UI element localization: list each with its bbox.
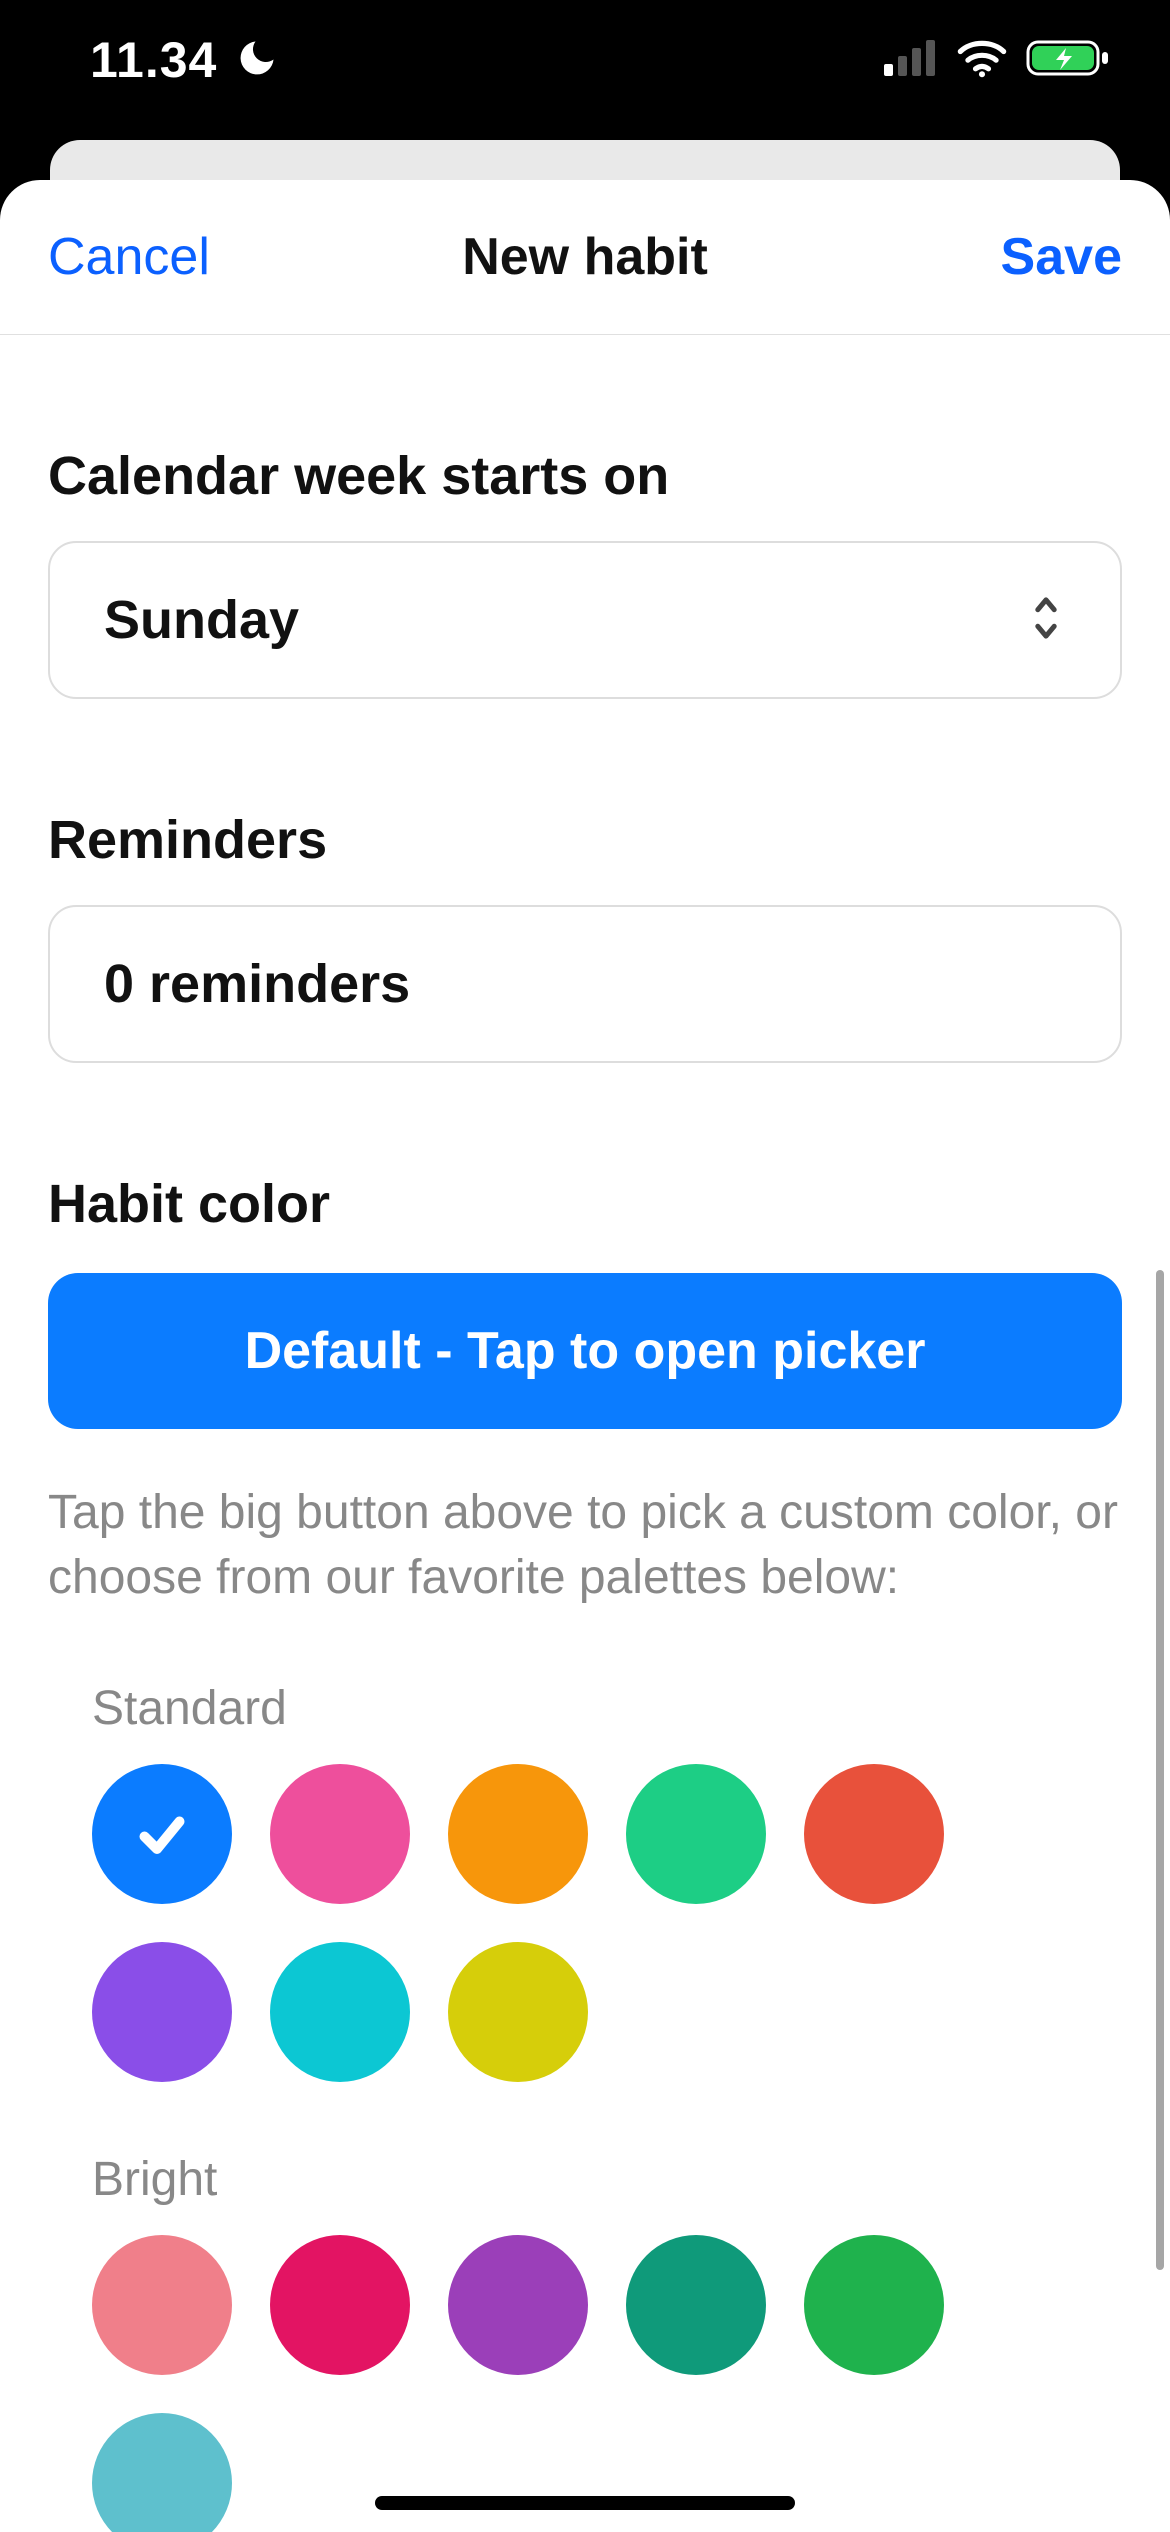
color-swatch-standard-5[interactable] xyxy=(92,1942,232,2082)
modal-sheet: Cancel New habit Save Calendar week star… xyxy=(0,180,1170,2532)
color-swatch-standard-1[interactable] xyxy=(270,1764,410,1904)
wifi-icon xyxy=(956,38,1008,83)
status-right xyxy=(884,38,1110,83)
color-swatch-standard-3[interactable] xyxy=(626,1764,766,1904)
section-heading-reminders: Reminders xyxy=(48,809,1122,871)
open-color-picker-button[interactable]: Default - Tap to open picker xyxy=(48,1273,1122,1429)
palette-standard-title: Standard xyxy=(92,1681,1078,1736)
week-start-selector[interactable]: Sunday xyxy=(48,541,1122,699)
palette-bright: Bright xyxy=(48,2152,1122,2532)
section-heading-week-start: Calendar week starts on xyxy=(48,445,1122,507)
color-swatch-standard-4[interactable] xyxy=(804,1764,944,1904)
palette-standard-swatches xyxy=(92,1764,1078,2082)
week-start-value: Sunday xyxy=(104,589,299,651)
color-swatch-bright-3[interactable] xyxy=(626,2235,766,2375)
nav-bar: Cancel New habit Save xyxy=(0,180,1170,335)
palette-standard: Standard xyxy=(48,1681,1122,2082)
home-indicator xyxy=(375,2496,795,2510)
moon-icon xyxy=(235,36,279,85)
scroll-indicator xyxy=(1156,1270,1164,2270)
color-swatch-standard-7[interactable] xyxy=(448,1942,588,2082)
reminders-selector[interactable]: 0 reminders xyxy=(48,905,1122,1063)
content-scroll[interactable]: Calendar week starts on Sunday Reminders… xyxy=(0,335,1170,2532)
status-bar: 11.34 xyxy=(0,0,1170,140)
status-time: 11.34 xyxy=(90,31,217,89)
color-swatch-standard-2[interactable] xyxy=(448,1764,588,1904)
section-heading-habit-color: Habit color xyxy=(48,1173,1122,1235)
color-swatch-bright-0[interactable] xyxy=(92,2235,232,2375)
color-swatch-standard-6[interactable] xyxy=(270,1942,410,2082)
color-swatch-bright-5[interactable] xyxy=(92,2413,232,2532)
color-swatch-bright-2[interactable] xyxy=(448,2235,588,2375)
color-swatch-bright-4[interactable] xyxy=(804,2235,944,2375)
reminders-value: 0 reminders xyxy=(104,953,410,1015)
chevron-up-down-icon xyxy=(1026,590,1066,651)
save-button[interactable]: Save xyxy=(1001,227,1122,287)
cellular-icon xyxy=(884,40,938,81)
status-left: 11.34 xyxy=(90,31,279,89)
palette-bright-swatches xyxy=(92,2235,1078,2532)
check-icon xyxy=(132,1804,192,1864)
cancel-button[interactable]: Cancel xyxy=(48,227,210,287)
color-hint-text: Tap the big button above to pick a custo… xyxy=(48,1481,1122,1611)
palette-bright-title: Bright xyxy=(92,2152,1078,2207)
color-swatch-bright-1[interactable] xyxy=(270,2235,410,2375)
color-swatch-standard-0[interactable] xyxy=(92,1764,232,1904)
battery-charging-icon xyxy=(1026,38,1110,83)
